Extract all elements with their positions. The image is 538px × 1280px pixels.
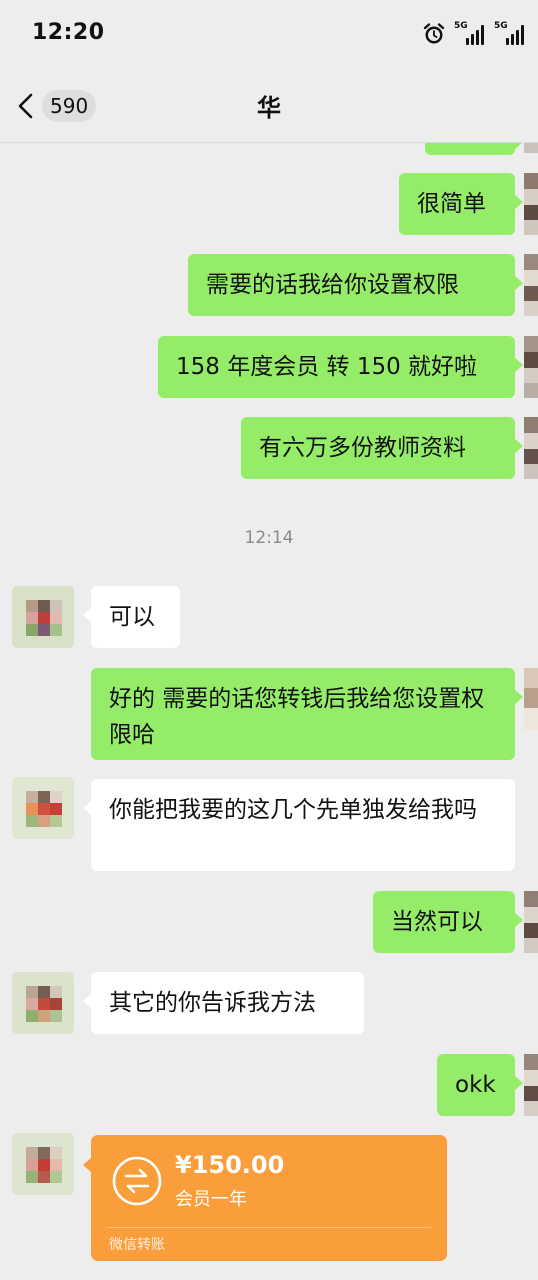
status-time: 12:20 bbox=[32, 20, 105, 45]
message-bubble-partial bbox=[425, 143, 523, 155]
transfer-amount: ¥150.00 bbox=[175, 1151, 285, 1179]
avatar[interactable] bbox=[12, 1133, 74, 1195]
signal-bar bbox=[466, 38, 469, 45]
chat-title: 华 bbox=[257, 94, 281, 122]
avatar[interactable] bbox=[12, 586, 74, 648]
signal-icon: 5G bbox=[454, 21, 486, 47]
sent-message[interactable]: 很简单 bbox=[399, 173, 523, 235]
sent-message[interactable]: okk bbox=[437, 1054, 523, 1116]
signal-bar bbox=[481, 25, 484, 45]
signal-bar bbox=[511, 34, 514, 45]
chat-header: 590 华 bbox=[0, 70, 538, 143]
avatar[interactable] bbox=[524, 891, 538, 953]
sent-message[interactable]: 需要的话我给你设置权限 bbox=[188, 254, 523, 316]
avatar[interactable] bbox=[524, 417, 538, 479]
signal-bar bbox=[476, 30, 479, 45]
avatar-partial bbox=[524, 143, 538, 153]
transfer-note: 会员一年 bbox=[175, 1189, 247, 1210]
sent-message[interactable]: 有六万多份教师资料 bbox=[241, 417, 523, 479]
chat-message-list[interactable]: 很简单 需要的话我给你设置权限 158 年度会员 转 150 就好啦 有六万多份… bbox=[0, 143, 538, 1280]
signal-bar bbox=[471, 34, 474, 45]
received-message[interactable]: 你能把我要的这几个先单独发给我吗 bbox=[83, 779, 515, 871]
avatar[interactable] bbox=[12, 777, 74, 839]
received-message[interactable]: 可以 bbox=[83, 586, 180, 648]
sent-message[interactable]: 好的 需要的话您转钱后我给您设置权限哈 bbox=[91, 668, 523, 760]
status-icons: 5G 5G bbox=[422, 20, 526, 48]
network-label: 5G bbox=[494, 21, 508, 31]
signal-icon: 5G bbox=[494, 21, 526, 47]
sent-message[interactable]: 当然可以 bbox=[373, 891, 523, 953]
status-bar: 12:20 5G 5G bbox=[0, 0, 538, 70]
alarm-icon bbox=[423, 23, 445, 44]
signal-bar bbox=[506, 38, 509, 45]
avatar[interactable] bbox=[524, 336, 538, 398]
avatar[interactable] bbox=[524, 254, 538, 316]
transfer-divider bbox=[107, 1227, 431, 1228]
avatar[interactable] bbox=[524, 668, 538, 730]
transfer-card[interactable]: ¥150.00 会员一年 微信转账 bbox=[83, 1135, 447, 1261]
avatar[interactable] bbox=[12, 972, 74, 1034]
sent-message[interactable]: 158 年度会员 转 150 就好啦 bbox=[158, 336, 523, 398]
transfer-label: 微信转账 bbox=[109, 1237, 165, 1253]
transfer-icon bbox=[112, 1156, 162, 1206]
signal-bar bbox=[521, 25, 524, 45]
message-timestamp: 12:14 bbox=[244, 528, 294, 548]
avatar[interactable] bbox=[524, 173, 538, 235]
network-label: 5G bbox=[454, 21, 468, 31]
received-message[interactable]: 其它的你告诉我方法 bbox=[83, 972, 364, 1034]
avatar[interactable] bbox=[524, 1054, 538, 1116]
signal-bar bbox=[516, 30, 519, 45]
